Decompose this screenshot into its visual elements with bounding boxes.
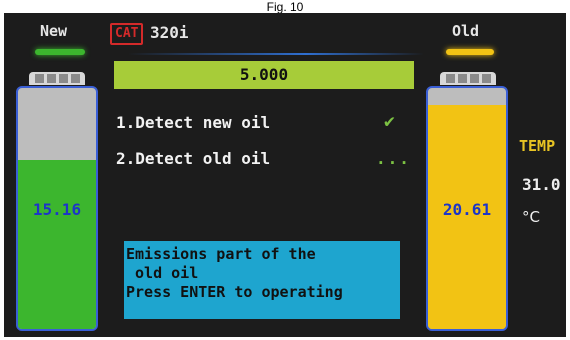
device-screen: New CAT 320i Old 15.16 20.61 5.000 1.Det… bbox=[4, 13, 566, 337]
progress-value-bar: 5.000 bbox=[114, 61, 414, 89]
message-line-1: Emissions part of the bbox=[126, 245, 316, 263]
old-tank-cap bbox=[440, 72, 496, 85]
message-line-3: Press ENTER to operating bbox=[126, 283, 343, 301]
check-icon: ✔ bbox=[384, 111, 395, 132]
new-indicator-glow bbox=[35, 49, 85, 55]
figure-caption: Fig. 10 bbox=[266, 0, 304, 14]
old-oil-value: 20.61 bbox=[442, 200, 492, 219]
new-oil-value: 15.16 bbox=[32, 200, 82, 219]
temp-value: 31.0 bbox=[522, 175, 561, 194]
old-indicator-glow bbox=[446, 49, 494, 55]
temp-unit: °C bbox=[522, 208, 540, 226]
step-1-label: 1.Detect new oil bbox=[116, 113, 271, 132]
new-oil-tank: 15.16 bbox=[16, 86, 98, 331]
header-divider bbox=[128, 53, 424, 55]
new-oil-level bbox=[18, 160, 96, 329]
machine-model: 320i bbox=[150, 23, 189, 42]
old-oil-label: Old bbox=[452, 22, 480, 40]
temp-label: TEMP bbox=[519, 137, 556, 155]
progress-dots-icon: ... bbox=[376, 149, 411, 168]
brand-logo: CAT bbox=[110, 23, 144, 45]
message-line-2: old oil bbox=[126, 264, 199, 282]
old-oil-tank: 20.61 bbox=[426, 86, 508, 331]
new-oil-label: New bbox=[40, 22, 68, 40]
step-2-label: 2.Detect old oil bbox=[116, 149, 271, 168]
new-tank-cap bbox=[29, 72, 85, 85]
instruction-message: Emissions part of the old oil Press ENTE… bbox=[124, 241, 400, 319]
